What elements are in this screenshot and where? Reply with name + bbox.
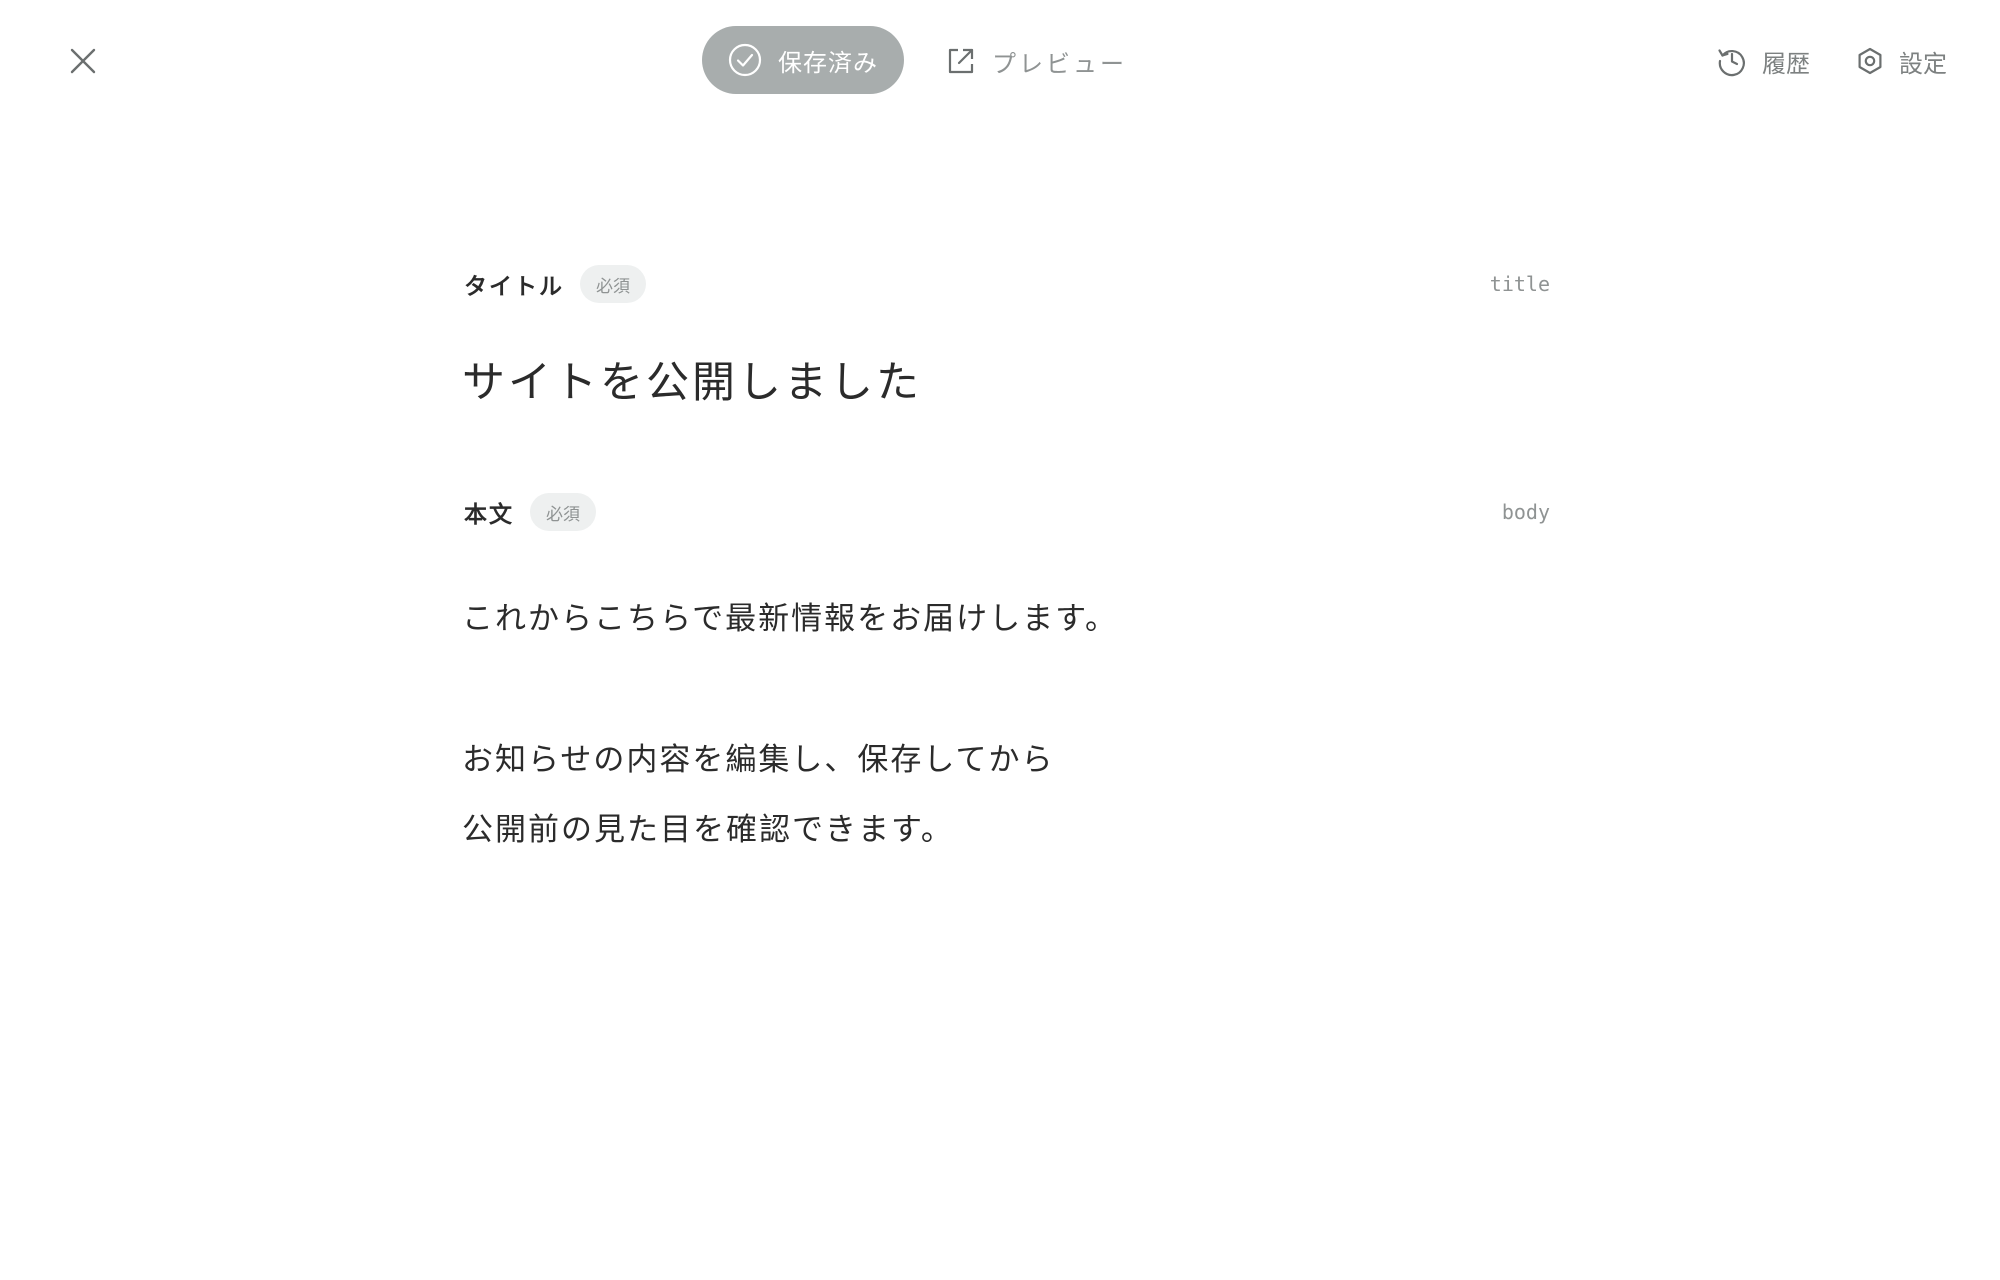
body-field-header: 本文 必須 body xyxy=(464,492,1550,532)
title-input[interactable]: サイトを公開しました xyxy=(462,350,1552,416)
body-field-key: body xyxy=(1501,500,1550,524)
body-paragraph: お知らせの内容を編集し、保存してから xyxy=(462,742,1055,778)
history-button[interactable]: 履歴 xyxy=(1716,36,1810,86)
saved-label: 保存済み xyxy=(778,48,878,77)
saved-status-button[interactable]: 保存済み xyxy=(702,26,904,94)
body-empty-line xyxy=(462,654,1552,725)
history-label: 履歴 xyxy=(1762,49,1810,78)
body-paragraph: 公開前の見た目を確認できます。 xyxy=(462,812,954,848)
title-field-key: title xyxy=(1489,272,1550,296)
title-field-label: タイトル xyxy=(464,274,564,300)
preview-button[interactable]: プレビュー xyxy=(946,36,1127,86)
title-required-badge: 必須 xyxy=(580,265,646,303)
editor-page: 保存済み プレビュー 履歴 設定 タイトル 必須 title サイトを公開しまし… xyxy=(0,0,2000,1280)
gear-icon xyxy=(1858,47,1882,75)
external-link-icon xyxy=(948,48,974,74)
settings-label: 設定 xyxy=(1899,49,1947,78)
preview-label: プレビュー xyxy=(992,49,1127,78)
history-icon xyxy=(1718,49,1745,77)
close-button[interactable] xyxy=(62,40,104,82)
body-required-badge: 必須 xyxy=(530,493,596,531)
check-circle-icon xyxy=(728,43,762,77)
body-field-label: 本文 xyxy=(464,502,514,528)
title-field-header: タイトル 必須 title xyxy=(464,264,1550,304)
body-editor[interactable]: これからこちらで最新情報をお届けします。 お知らせの内容を編集し、保存してから … xyxy=(462,584,1552,884)
close-icon xyxy=(70,48,96,74)
body-paragraph: これからこちらで最新情報をお届けします。 xyxy=(462,601,1118,637)
settings-button[interactable]: 設定 xyxy=(1855,36,1947,86)
